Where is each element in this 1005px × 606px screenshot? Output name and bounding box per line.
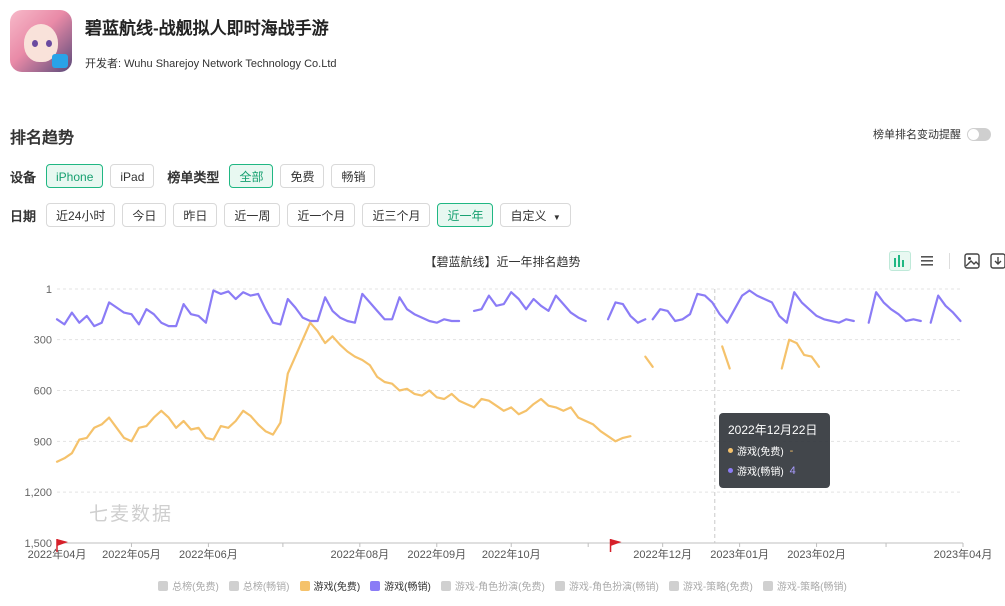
x-tick-label: 2022年06月 bbox=[179, 547, 238, 561]
tooltip-row-grossing: 游戏(畅销) 4 bbox=[728, 463, 821, 478]
flag-icon bbox=[57, 539, 68, 546]
legend-item[interactable]: 游戏-策略(免费) bbox=[668, 578, 753, 593]
legend-label: 总榜(免费) bbox=[172, 582, 219, 593]
series-line bbox=[721, 345, 731, 370]
legend-label: 游戏-角色扮演(免费) bbox=[454, 582, 545, 593]
chart-legend: 总榜(免费) 总榜(畅销) 游戏(免费) 游戏(畅销) 游戏-角色扮演(免费) … bbox=[0, 578, 1005, 593]
legend-item[interactable]: 游戏(畅销) bbox=[370, 578, 431, 593]
y-tick-label: 1,200 bbox=[24, 487, 52, 499]
series-line bbox=[55, 289, 461, 328]
legend-swatch bbox=[762, 580, 773, 591]
legend-label: 游戏(免费) bbox=[313, 582, 361, 593]
legend-item[interactable]: 总榜(免费) bbox=[158, 578, 219, 593]
y-tick-label: 600 bbox=[34, 385, 52, 397]
series-line bbox=[780, 338, 821, 370]
watermark: 七麦数据 bbox=[89, 504, 174, 525]
y-tick-label: 1 bbox=[46, 284, 52, 296]
legend-label: 游戏-策略(免费) bbox=[682, 582, 753, 593]
x-tick-label: 2022年08月 bbox=[330, 547, 389, 561]
legend-label: 游戏(畅销) bbox=[384, 582, 431, 593]
x-tick-label: 2022年12月 bbox=[633, 547, 692, 561]
y-tick-label: 900 bbox=[34, 436, 52, 448]
tooltip-series-name: 游戏(畅销) bbox=[737, 467, 784, 478]
y-tick-label: 300 bbox=[34, 335, 52, 347]
x-tick-label: 2023年02月 bbox=[787, 547, 846, 561]
tooltip-series-value: - bbox=[789, 444, 794, 457]
series-line bbox=[867, 291, 922, 324]
series-line bbox=[644, 355, 654, 368]
legend-swatch bbox=[668, 580, 679, 591]
x-tick-label: 2023年04月 bbox=[934, 547, 993, 561]
tooltip-series-value: 4 bbox=[789, 464, 796, 477]
legend-item[interactable]: 游戏(免费) bbox=[299, 578, 361, 593]
series-line bbox=[472, 291, 587, 323]
series-dot-icon bbox=[728, 468, 733, 473]
legend-swatch bbox=[554, 580, 565, 591]
legend-swatch bbox=[228, 580, 239, 591]
legend-item[interactable]: 游戏-角色扮演(免费) bbox=[440, 578, 545, 593]
legend-swatch bbox=[370, 580, 381, 591]
chart-tooltip: 2022年12月22日 游戏(免费) - 游戏(畅销) 4 bbox=[719, 413, 830, 488]
legend-swatch bbox=[440, 580, 451, 591]
x-tick-label: 2022年05月 bbox=[102, 547, 161, 561]
series-line bbox=[929, 294, 962, 324]
series-line bbox=[606, 301, 647, 324]
legend-swatch bbox=[158, 580, 169, 591]
x-tick-label: 2022年09月 bbox=[407, 547, 466, 561]
x-tick-label: 2022年10月 bbox=[482, 547, 541, 561]
tooltip-row-free: 游戏(免费) - bbox=[728, 443, 821, 458]
legend-label: 游戏-角色扮演(畅销) bbox=[568, 582, 659, 593]
series-line bbox=[651, 289, 855, 324]
tooltip-date: 2022年12月22日 bbox=[728, 423, 818, 437]
legend-item[interactable]: 游戏-策略(畅销) bbox=[762, 578, 847, 593]
flag-icon bbox=[610, 539, 622, 546]
series-dot-icon bbox=[728, 448, 733, 453]
x-tick-label: 2023年01月 bbox=[710, 547, 769, 561]
legend-item[interactable]: 游戏-角色扮演(畅销) bbox=[554, 578, 659, 593]
legend-item[interactable]: 总榜(畅销) bbox=[228, 578, 290, 593]
legend-swatch bbox=[299, 580, 310, 591]
legend-label: 游戏-策略(畅销) bbox=[776, 582, 847, 593]
legend-label: 总榜(畅销) bbox=[242, 582, 290, 593]
tooltip-series-name: 游戏(免费) bbox=[737, 447, 784, 458]
